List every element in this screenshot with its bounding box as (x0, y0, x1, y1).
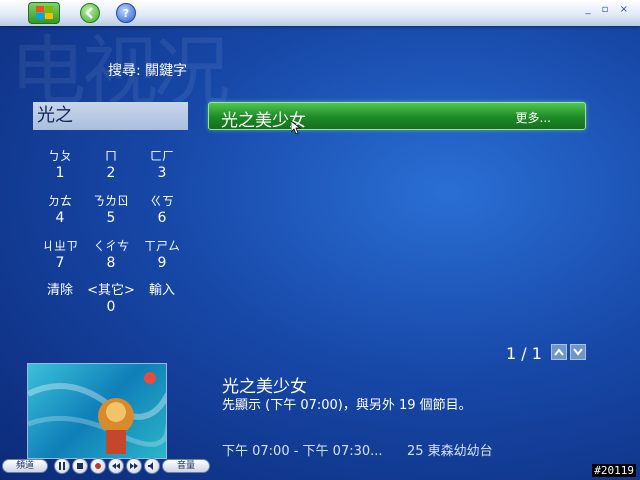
chevron-up-icon (554, 348, 564, 356)
record-button[interactable] (90, 458, 106, 474)
key-number: 9 (157, 255, 167, 271)
result-item-selected[interactable]: 光之美少女 更多... (208, 102, 586, 131)
key-label: ㄍㄎ (149, 194, 174, 208)
key-number: 3 (157, 165, 167, 181)
page-down-button[interactable] (570, 344, 586, 360)
stop-icon (77, 463, 83, 469)
program-channel: 25 東森幼幼台 (407, 444, 493, 459)
page-indicator: 1 / 1 (506, 344, 542, 363)
corner-id-label: #20119 (592, 464, 636, 477)
key-label: ㄈㄏ (149, 149, 174, 163)
key-3[interactable]: ㄈㄏ 3 (132, 148, 192, 182)
key-label: ㄒㄕㄙ (143, 239, 180, 253)
pause-icon (59, 462, 65, 470)
rewind-icon (112, 463, 120, 469)
key-label: 輸入 (148, 283, 175, 298)
search-input[interactable]: 光之 (33, 102, 188, 130)
search-mode-label: 搜尋: 關鍵字 (108, 63, 188, 79)
key-9[interactable]: ㄒㄕㄙ 9 (132, 238, 192, 272)
cartoon-preview-image (28, 372, 166, 454)
window-controls[interactable]: _ ▫ × (585, 4, 632, 15)
key-number: 0 (106, 299, 116, 315)
speaker-icon (148, 462, 153, 470)
volume-label: 音量 (176, 461, 195, 471)
program-time: 下午 07:00 - 下午 07:30... (222, 444, 383, 459)
key-number: 6 (157, 210, 167, 226)
chevron-down-icon (573, 348, 583, 356)
volume-control[interactable]: 音量 (162, 459, 210, 473)
mouse-cursor-icon (291, 121, 301, 135)
record-icon (95, 463, 101, 469)
fast-forward-button[interactable] (126, 458, 142, 474)
program-description: 先顯示 (下午 07:00)，與另外 19 個節目。 (222, 398, 472, 413)
live-tv-preview[interactable] (27, 363, 167, 459)
more-link[interactable]: 更多... (516, 109, 551, 126)
transport-controls: 頻道 音量 (2, 458, 212, 476)
pause-button[interactable] (54, 458, 70, 474)
stop-button[interactable] (72, 458, 88, 474)
fast-forward-icon (130, 463, 138, 469)
page-up-button[interactable] (551, 344, 567, 360)
channel-control[interactable]: 頻道 (2, 459, 48, 473)
rewind-button[interactable] (108, 458, 124, 474)
key-6[interactable]: ㄍㄎ 6 (132, 193, 192, 227)
key-enter[interactable]: 輸入 (132, 282, 192, 299)
channel-label: 頻道 (15, 461, 34, 471)
mute-button[interactable] (144, 458, 160, 474)
